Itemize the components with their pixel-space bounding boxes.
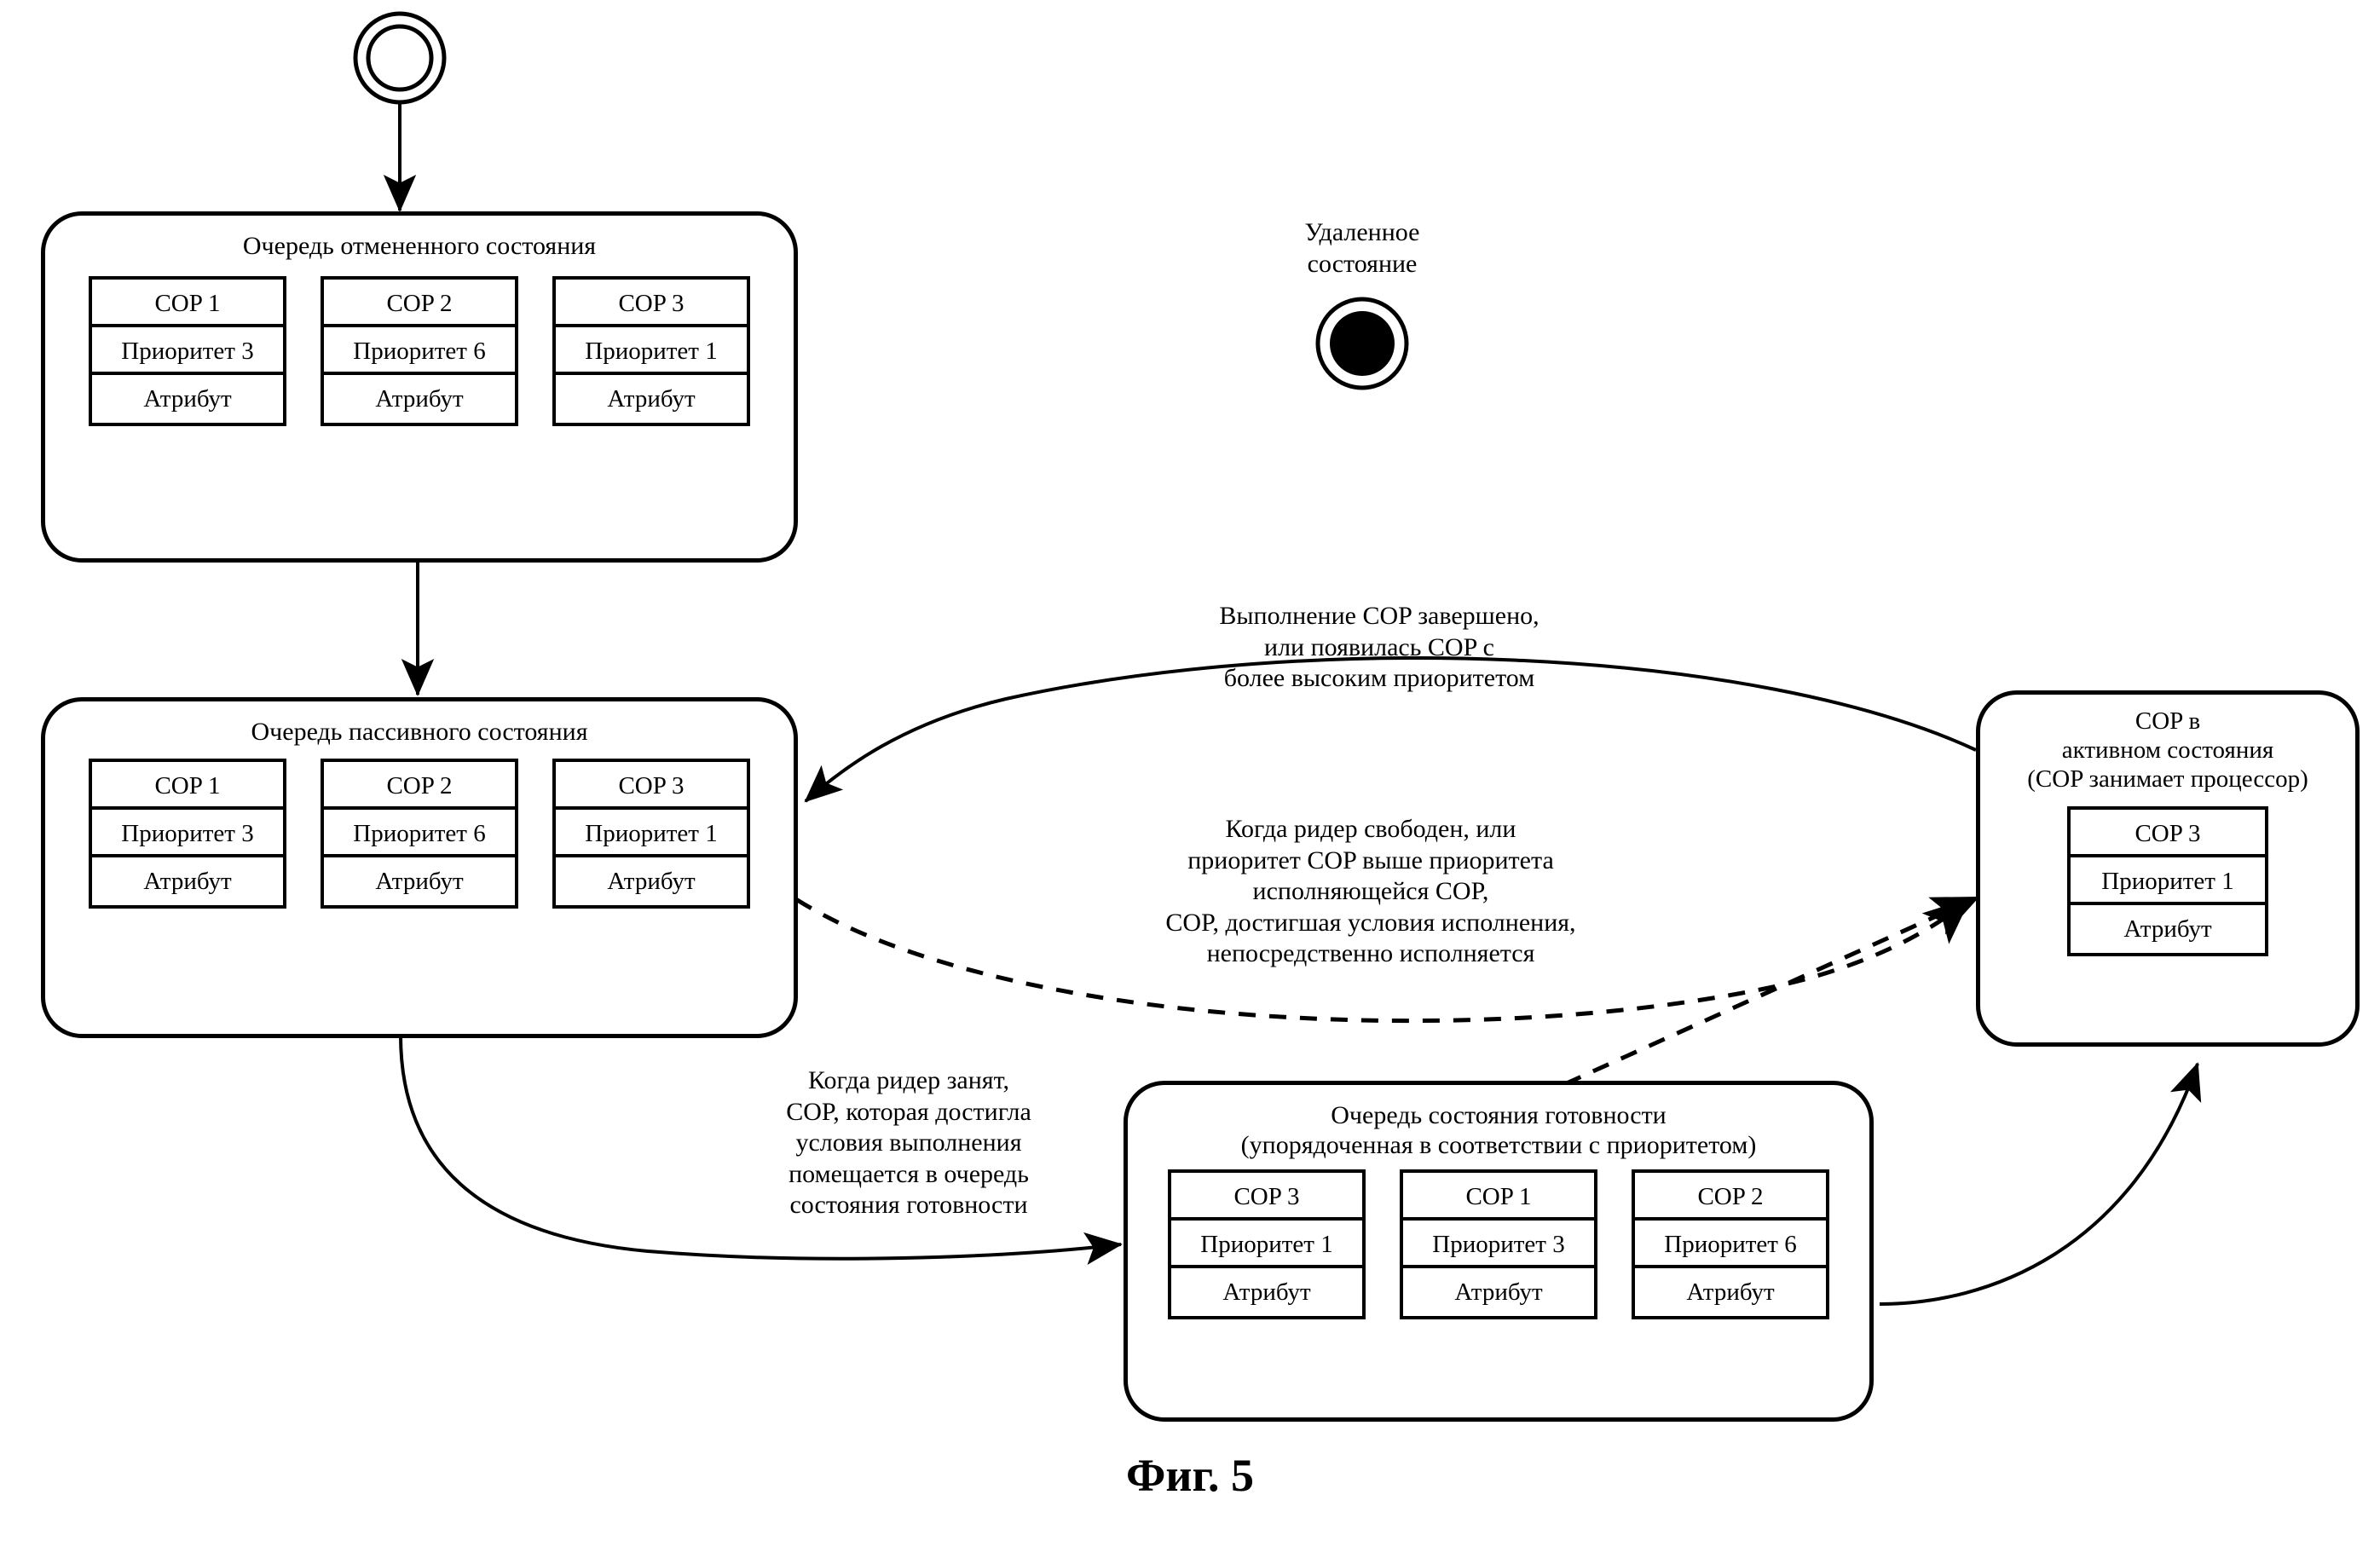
cop-name: COP 3 <box>2071 810 2265 857</box>
cop-card[interactable]: COP 3 Приоритет 1 Атрибут <box>2067 805 2268 956</box>
cop-card[interactable]: COP 1 Приоритет 3 Атрибут <box>1400 1169 1597 1319</box>
cop-card[interactable]: COP 1 Приоритет 3 Атрибут <box>89 276 286 427</box>
initial-state-icon <box>353 11 447 105</box>
cop-card[interactable]: COP 3 Приоритет 1 Атрибут <box>1168 1169 1366 1319</box>
cop-card[interactable]: COP 1 Приоритет 3 Атрибут <box>89 759 286 909</box>
active-state-title: COP в активном состояния (COP занимает п… <box>2027 707 2308 794</box>
transition-label-active-to-passive: Выполнение COP завершено, или появилась … <box>1219 602 1539 693</box>
cop-attribute: Атрибут <box>607 868 696 896</box>
final-state-label: Удаленное состояние <box>1304 218 1420 278</box>
cop-priority: Приоритет 3 <box>92 327 283 376</box>
cop-name: COP 2 <box>324 280 515 328</box>
cop-card[interactable]: COP 3 Приоритет 1 Атрибут <box>552 276 750 427</box>
final-state-icon <box>1315 297 1409 390</box>
figure-caption: Фиг. 5 <box>1126 1450 1254 1501</box>
cop-priority: Приоритет 6 <box>1635 1221 1826 1268</box>
cop-attribute: Атрибут <box>607 385 696 413</box>
cop-name: COP 3 <box>556 280 747 328</box>
cop-name: COP 1 <box>1403 1173 1594 1221</box>
cop-attribute: Атрибут <box>143 868 232 896</box>
cop-priority: Приоритет 1 <box>556 810 747 858</box>
cop-name: COP 1 <box>92 280 283 328</box>
arrow-ready-to-active <box>1879 1062 2202 1306</box>
cop-card[interactable]: COP 2 Приоритет 6 Атрибут <box>1632 1169 1829 1319</box>
cop-attribute: Атрибут <box>1222 1278 1311 1306</box>
cop-attribute: Атрибут <box>375 385 464 413</box>
transition-label-passive-to-active: Когда ридер свободен, или приоритет COP … <box>1165 815 1576 968</box>
cop-card[interactable]: COP 2 Приоритет 6 Атрибут <box>321 759 518 909</box>
cop-name: COP 3 <box>556 762 747 811</box>
cop-attribute: Атрибут <box>1686 1278 1775 1306</box>
cop-attribute: Атрибут <box>143 385 232 413</box>
cop-name: COP 1 <box>92 762 283 811</box>
cop-priority: Приоритет 1 <box>2071 857 2265 905</box>
cop-card[interactable]: COP 2 Приоритет 6 Атрибут <box>321 276 518 427</box>
figure-canvas: Очередь отмененного состояния COP 1 Прио… <box>0 0 2380 1541</box>
active-state-box[interactable]: COP в активном состояния (COP занимает п… <box>1976 690 2360 1047</box>
cancelled-state-queue[interactable]: Очередь отмененного состояния COP 1 Прио… <box>41 211 798 563</box>
cancelled-queue-title: Очередь отмененного состояния <box>242 232 597 260</box>
cop-priority: Приоритет 6 <box>324 810 515 858</box>
cop-priority: Приоритет 3 <box>1403 1221 1594 1268</box>
cop-card[interactable]: COP 3 Приоритет 1 Атрибут <box>552 759 750 909</box>
cop-attribute: Атрибут <box>375 868 464 896</box>
cop-name: COP 3 <box>1171 1173 1362 1221</box>
ready-queue-title: Очередь состояния готовности (упорядочен… <box>1240 1101 1757 1160</box>
cop-priority: Приоритет 3 <box>92 810 283 858</box>
cop-priority: Приоритет 6 <box>324 327 515 376</box>
cop-name: COP 2 <box>1635 1173 1826 1221</box>
passive-state-queue[interactable]: Очередь пассивного состояния COP 1 Приор… <box>41 697 798 1038</box>
ready-state-queue[interactable]: Очередь состояния готовности (упорядочен… <box>1124 1081 1874 1422</box>
transition-label-passive-to-ready: Когда ридер занят, COP, которая достигла… <box>786 1066 1031 1220</box>
cop-attribute: Атрибут <box>1454 1278 1543 1306</box>
passive-queue-title: Очередь пассивного состояния <box>251 718 588 746</box>
cop-attribute: Атрибут <box>2123 915 2212 943</box>
cop-priority: Приоритет 1 <box>1171 1221 1362 1268</box>
cop-name: COP 2 <box>324 762 515 811</box>
cop-priority: Приоритет 1 <box>556 327 747 376</box>
